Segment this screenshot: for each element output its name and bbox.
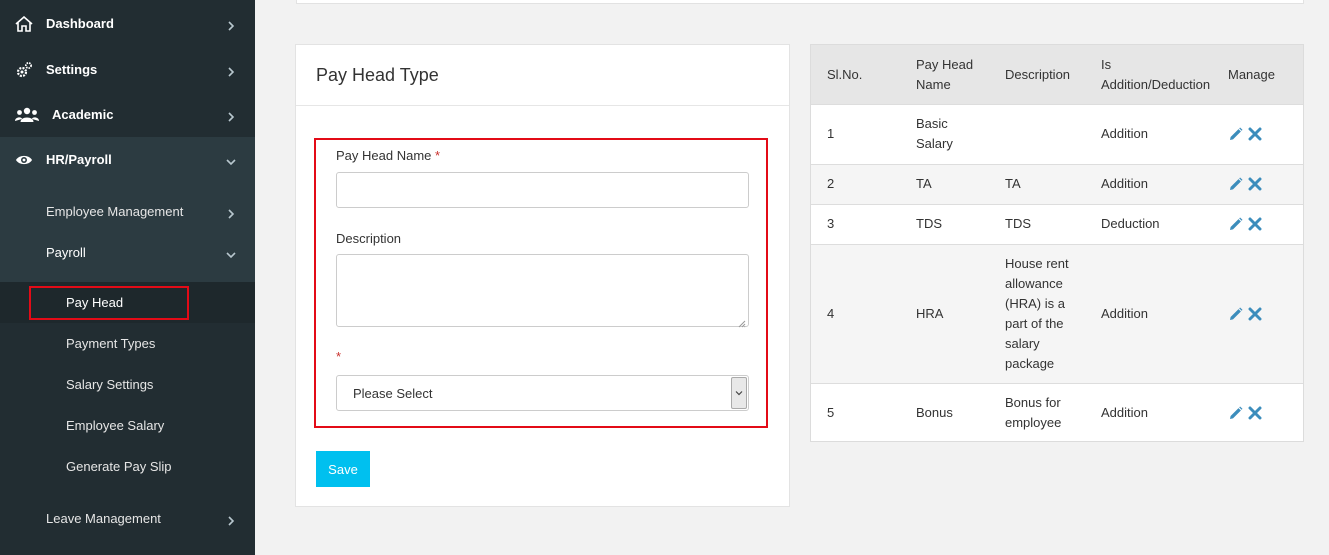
cell-no: 1 [827, 126, 835, 141]
sidebar-item-salary-settings[interactable]: Salary Settings [0, 364, 255, 405]
cell-no: 3 [827, 216, 835, 231]
label-text: Pay Head Name [336, 148, 432, 163]
pay-head-table: Sl.No. Pay Head Name Description Is Addi… [810, 44, 1304, 442]
cell-no: 5 [827, 405, 835, 420]
cell-name: HRA [916, 306, 944, 321]
cell-type: Addition [1101, 126, 1148, 141]
sidebar-item-label: Employee Salary [66, 418, 165, 433]
sidebar-item-label: Leave Management [46, 511, 161, 526]
sidebar-item-label: Settings [46, 62, 98, 77]
sidebar-item-leave-management[interactable]: Leave Management [0, 496, 255, 541]
delete-icon[interactable] [1247, 216, 1263, 232]
edit-icon[interactable] [1227, 176, 1243, 192]
eye-icon [14, 150, 34, 170]
cell-no: 4 [827, 306, 835, 321]
top-panel-edge [296, 0, 1304, 4]
chevron-right-icon [226, 110, 236, 122]
row-actions [1227, 405, 1263, 421]
sidebar: Dashboard Settings Academic HR/Payroll E… [0, 0, 255, 555]
description-label: Description [336, 231, 402, 246]
row-actions [1227, 306, 1263, 322]
sidebar-item-label: Payroll [46, 245, 86, 260]
pay-head-name-label: Pay Head Name * [336, 148, 440, 163]
cell-name: Bonus [916, 405, 953, 420]
delete-icon[interactable] [1247, 405, 1263, 421]
sidebar-item-label: Salary Settings [66, 377, 154, 392]
cell-description: Bonus for employee [1005, 395, 1062, 430]
cell-name: TDS [916, 216, 942, 231]
header-pay-head-name: Pay Head Name [916, 57, 974, 92]
cell-name: TA [916, 176, 932, 191]
pay-head-highlight [29, 286, 189, 320]
cell-name: Basic Salary [916, 116, 953, 151]
header-addition-deduction: Is Addition/Deduction [1101, 57, 1211, 92]
sidebar-item-generate-pay-slip[interactable]: Generate Pay Slip [0, 446, 255, 487]
cell-type: Addition [1101, 405, 1148, 420]
cell-description: TDS [1005, 216, 1031, 231]
cell-description: House rent allowance (HRA) is a part of … [1005, 256, 1069, 371]
table-row: 4 HRA House rent allowance (HRA) is a pa… [811, 244, 1303, 383]
chevron-right-icon [226, 207, 236, 219]
sidebar-item-academic[interactable]: Academic [0, 92, 255, 137]
chevron-down-icon [226, 248, 236, 258]
required-mark: * [336, 349, 342, 364]
save-button[interactable]: Save [316, 451, 370, 487]
sidebar-item-dashboard[interactable]: Dashboard [0, 1, 255, 46]
sidebar-item-hr-payroll[interactable]: HR/Payroll [0, 137, 255, 182]
header-manage: Manage [1228, 67, 1275, 82]
sidebar-item-label: HR/Payroll [46, 152, 112, 167]
cell-type: Addition [1101, 176, 1148, 191]
delete-icon[interactable] [1247, 176, 1263, 192]
sidebar-item-employee-management[interactable]: Employee Management [0, 191, 255, 232]
addition-deduction-select[interactable]: Please Select [336, 375, 749, 411]
edit-icon[interactable] [1227, 216, 1243, 232]
users-icon [14, 105, 40, 125]
required-mark: * [435, 148, 441, 163]
sidebar-item-label: Generate Pay Slip [66, 459, 172, 474]
cell-no: 2 [827, 176, 835, 191]
cell-type: Deduction [1101, 216, 1160, 231]
card-title: Pay Head Type [316, 65, 439, 85]
delete-icon[interactable] [1247, 126, 1263, 142]
sidebar-item-employee-salary[interactable]: Employee Salary [0, 405, 255, 446]
gears-icon [14, 60, 34, 80]
type-label: * [336, 349, 341, 364]
divider [296, 105, 789, 106]
sidebar-item-label: Academic [52, 107, 114, 122]
edit-icon[interactable] [1227, 405, 1243, 421]
sidebar-item-label: Dashboard [46, 16, 114, 31]
table-row: 5 Bonus Bonus for employee Addition [811, 383, 1303, 441]
description-textarea[interactable] [336, 254, 749, 328]
chevron-down-icon [226, 155, 236, 165]
table-row: 3 TDS TDS Deduction [811, 204, 1303, 244]
edit-icon[interactable] [1227, 126, 1243, 142]
sidebar-item-label: Payment Types [66, 336, 156, 351]
pay-head-form-card: Pay Head Type Pay Head Name * Descriptio… [295, 44, 790, 507]
table-header: Sl.No. Pay Head Name Description Is Addi… [811, 45, 1303, 104]
cell-type: Addition [1101, 306, 1148, 321]
sidebar-item-label: Employee Management [46, 204, 184, 219]
row-actions [1227, 126, 1263, 142]
sidebar-item-settings[interactable]: Settings [0, 47, 255, 92]
select-value: Please Select [353, 386, 433, 401]
sidebar-item-payroll[interactable]: Payroll [0, 232, 255, 273]
header-description: Description [1005, 67, 1071, 82]
chevron-right-icon [226, 19, 236, 31]
resize-grip-icon[interactable] [738, 316, 746, 328]
table-row: 1 Basic Salary Addition [811, 104, 1303, 164]
chevron-down-icon[interactable] [731, 377, 747, 409]
table-row: 2 TA TA Addition [811, 164, 1303, 204]
row-actions [1227, 176, 1263, 192]
chevron-right-icon [226, 514, 236, 526]
pay-head-name-input[interactable] [336, 172, 749, 208]
edit-icon[interactable] [1227, 306, 1243, 322]
sidebar-item-payment-types[interactable]: Payment Types [0, 323, 255, 364]
header-sl-no: Sl.No. [827, 67, 863, 82]
home-icon [14, 14, 34, 34]
row-actions [1227, 216, 1263, 232]
chevron-right-icon [226, 65, 236, 77]
delete-icon[interactable] [1247, 306, 1263, 322]
cell-description: TA [1005, 176, 1021, 191]
